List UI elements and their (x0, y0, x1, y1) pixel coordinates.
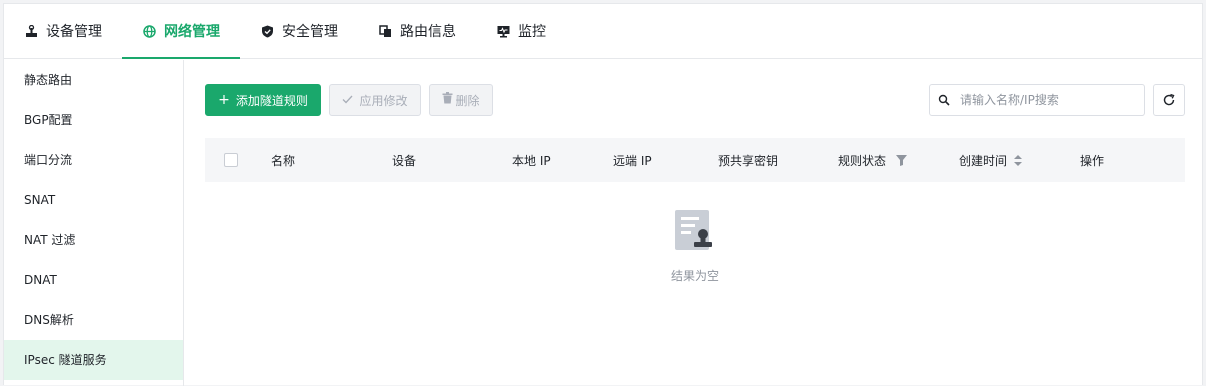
tab-label: 安全管理 (282, 24, 338, 40)
sidebar-item-ipsec[interactable]: IPsec 隧道服务 (4, 340, 183, 380)
main-content: + 添加隧道规则 应用修改 删除 名 (185, 60, 1202, 385)
empty-document-icon (673, 208, 717, 256)
plus-icon: + (218, 92, 230, 108)
apply-changes-label: 应用修改 (359, 93, 408, 108)
empty-text: 结果为空 (670, 269, 719, 283)
refresh-button[interactable] (1153, 84, 1185, 116)
sidebar-item-nat-filter[interactable]: NAT 过滤 (4, 220, 183, 260)
delete-label: 删除 (455, 93, 480, 108)
delete-button[interactable]: 删除 (429, 84, 493, 116)
sidebar: 静态路由 BGP配置 端口分流 SNAT NAT 过滤 DNAT DNS解析 I… (4, 60, 184, 386)
tab-security-management[interactable]: 安全管理 (240, 4, 358, 58)
column-created-time-label: 创建时间 (959, 153, 1008, 168)
add-tunnel-rule-button[interactable]: + 添加隧道规则 (205, 84, 321, 116)
tab-label: 监控 (518, 24, 546, 40)
check-icon (342, 92, 353, 108)
sidebar-item-port-split[interactable]: 端口分流 (4, 140, 183, 180)
column-created-time: 创建时间 (959, 138, 1023, 182)
trash-icon (442, 92, 453, 108)
sidebar-item-snat[interactable]: SNAT (4, 180, 183, 220)
tab-label: 设备管理 (46, 24, 102, 40)
filter-icon[interactable] (896, 154, 908, 166)
select-all-checkbox[interactable] (224, 153, 238, 167)
column-name: 名称 (271, 153, 296, 168)
column-device: 设备 (392, 153, 417, 168)
column-psk: 预共享密钥 (718, 153, 779, 168)
monitor-icon (496, 24, 510, 38)
route-icon (378, 24, 392, 38)
tab-route-info[interactable]: 路由信息 (358, 4, 476, 58)
search-box (929, 84, 1145, 116)
column-rule-status-label: 规则状态 (838, 153, 887, 168)
column-actions: 操作 (1080, 153, 1105, 168)
sidebar-item-bgp-config[interactable]: BGP配置 (4, 100, 183, 140)
sidebar-item-static-route[interactable]: 静态路由 (4, 60, 183, 100)
sort-icon[interactable] (1014, 154, 1023, 166)
search-icon (938, 94, 952, 106)
tab-monitor[interactable]: 监控 (476, 4, 566, 58)
sidebar-item-dns[interactable]: DNS解析 (4, 300, 183, 340)
shield-icon (260, 24, 274, 38)
app-window: 设备管理 网络管理 安全管理 路由信息 监控 静态路由 BGP配置 端口分流 S… (3, 3, 1203, 386)
refresh-icon (1162, 93, 1176, 107)
tab-label: 网络管理 (164, 24, 220, 40)
apply-changes-button[interactable]: 应用修改 (329, 84, 421, 116)
tab-device-management[interactable]: 设备管理 (4, 4, 122, 58)
column-local-ip: 本地 IP (512, 153, 551, 168)
globe-icon (142, 24, 156, 38)
sidebar-item-dnat[interactable]: DNAT (4, 260, 183, 300)
add-tunnel-rule-label: 添加隧道规则 (235, 93, 308, 108)
tab-label: 路由信息 (400, 24, 456, 40)
top-nav: 设备管理 网络管理 安全管理 路由信息 监控 (4, 4, 1202, 59)
column-rule-status: 规则状态 (838, 138, 908, 182)
empty-state: 结果为空 (205, 182, 1185, 302)
device-icon (24, 24, 38, 38)
table-header: 名称 设备 本地 IP 远端 IP 预共享密钥 规则状态 创建时间 操作 (205, 138, 1185, 182)
tab-network-management[interactable]: 网络管理 (122, 4, 240, 59)
column-remote-ip: 远端 IP (613, 153, 652, 168)
search-input[interactable] (960, 93, 1130, 107)
